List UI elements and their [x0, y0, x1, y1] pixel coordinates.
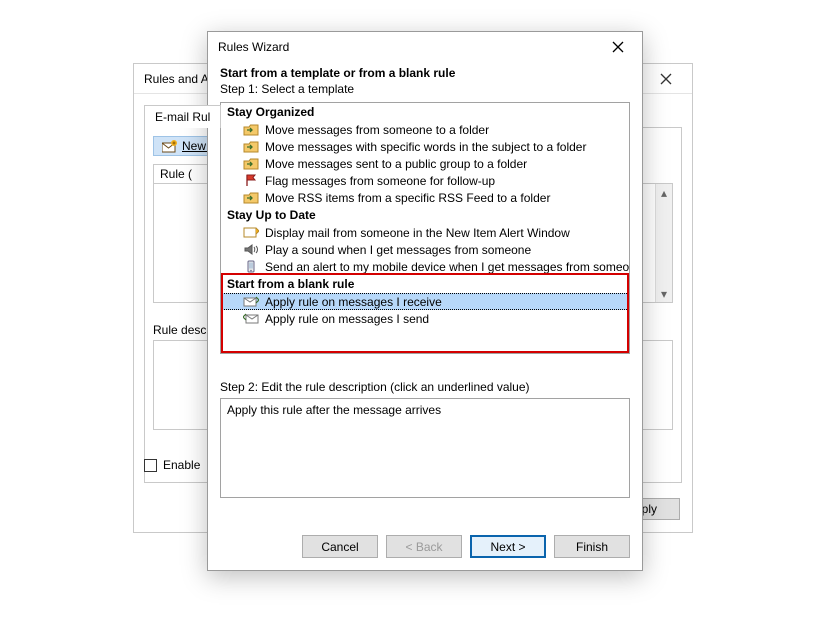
template-item-label: Move RSS items from a specific RSS Feed … — [265, 191, 550, 205]
wizard-button-row: Cancel < Back Next > Finish — [302, 535, 630, 558]
folder-move-icon — [243, 157, 259, 171]
close-icon[interactable] — [596, 33, 640, 61]
group-header-blank-rule: Start from a blank rule — [221, 275, 629, 293]
template-item-label: Apply rule on messages I receive — [265, 295, 442, 309]
next-button[interactable]: Next > — [470, 535, 546, 558]
rule-description-editor[interactable]: Apply this rule after the message arrive… — [220, 398, 630, 498]
group-header-stay-organized: Stay Organized — [221, 103, 629, 121]
template-item[interactable]: Display mail from someone in the New Ite… — [221, 224, 629, 241]
group-header-stay-up-to-date: Stay Up to Date — [221, 206, 629, 224]
template-item-label: Display mail from someone in the New Ite… — [265, 226, 570, 240]
folder-move-icon — [243, 140, 259, 154]
template-item-label: Send an alert to my mobile device when I… — [265, 260, 630, 274]
template-item[interactable]: Move messages sent to a public group to … — [221, 155, 629, 172]
template-list[interactable]: Stay Organized Move messages from someon… — [220, 102, 630, 354]
tab-email-rules[interactable]: E-mail Rul — [144, 105, 221, 128]
template-item[interactable]: Move messages from someone to a folder — [221, 121, 629, 138]
template-item[interactable]: Flag messages from someone for follow-up — [221, 172, 629, 189]
alert-icon — [243, 226, 259, 240]
scroll-down-icon[interactable]: ▾ — [656, 285, 672, 302]
template-item[interactable]: Move RSS items from a specific RSS Feed … — [221, 189, 629, 206]
template-item[interactable]: Send an alert to my mobile device when I… — [221, 258, 629, 275]
wiz-title: Rules Wizard — [218, 40, 596, 54]
template-item-label: Apply rule on messages I send — [265, 312, 429, 326]
mail-out-icon — [243, 312, 259, 326]
template-item-label: Move messages sent to a public group to … — [265, 157, 527, 171]
template-item[interactable]: Play a sound when I get messages from so… — [221, 241, 629, 258]
sound-icon — [243, 243, 259, 257]
folder-move-icon — [243, 191, 259, 205]
mail-in-icon — [243, 295, 259, 309]
template-item-label: Play a sound when I get messages from so… — [265, 243, 531, 257]
scrollbar[interactable]: ▴ ▾ — [655, 184, 672, 302]
step1-subheading: Step 1: Select a template — [220, 82, 630, 96]
template-item-label: Move messages with specific words in the… — [265, 140, 586, 154]
enable-label: Enable — [163, 458, 200, 472]
back-button[interactable]: < Back — [386, 535, 462, 558]
template-item-receive[interactable]: Apply rule on messages I receive — [221, 293, 629, 310]
wiz-titlebar: Rules Wizard — [208, 32, 642, 62]
template-item-send[interactable]: Apply rule on messages I send — [221, 310, 629, 327]
checkbox-icon[interactable] — [144, 459, 157, 472]
template-item-label: Move messages from someone to a folder — [265, 123, 489, 137]
enable-rules-checkbox[interactable]: Enable — [144, 458, 200, 472]
close-icon[interactable] — [646, 67, 686, 91]
step1-heading: Start from a template or from a blank ru… — [220, 66, 630, 80]
template-item[interactable]: Move messages with specific words in the… — [221, 138, 629, 155]
finish-button[interactable]: Finish — [554, 535, 630, 558]
rule-description-text: Apply this rule after the message arrive… — [227, 403, 441, 417]
template-item-label: Flag messages from someone for follow-up — [265, 174, 495, 188]
new-rule-icon — [162, 140, 177, 153]
rules-wizard-dialog: Rules Wizard Start from a template or fr… — [207, 31, 643, 571]
mobile-icon — [243, 260, 259, 274]
folder-move-icon — [243, 123, 259, 137]
scroll-up-icon[interactable]: ▴ — [656, 184, 672, 201]
cancel-button[interactable]: Cancel — [302, 535, 378, 558]
step2-label: Step 2: Edit the rule description (click… — [220, 380, 630, 394]
flag-icon — [243, 174, 259, 188]
